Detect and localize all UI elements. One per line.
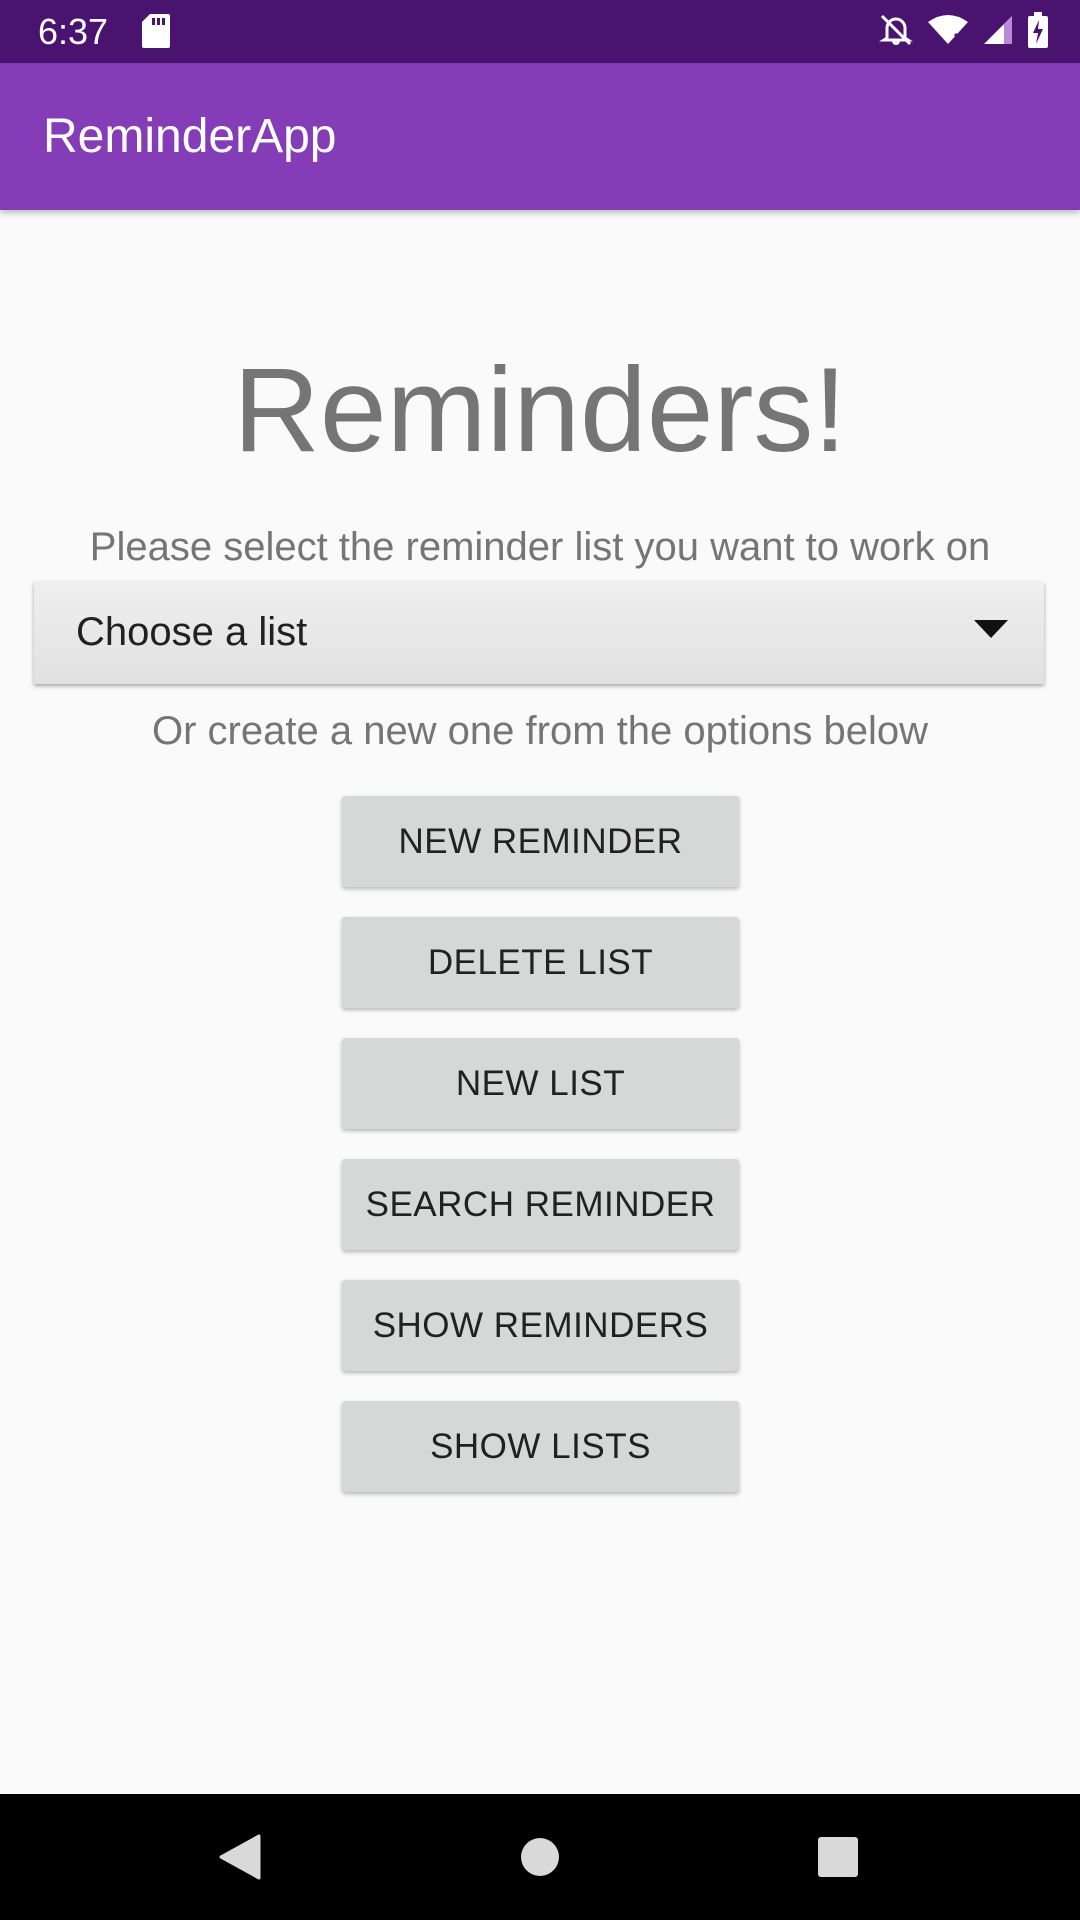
- page-heading: Reminders!: [233, 343, 847, 477]
- cell-signal-icon: [982, 14, 1014, 51]
- sd-card-icon: [142, 14, 170, 53]
- recents-icon[interactable]: [798, 1794, 878, 1920]
- notifications-off-icon: [878, 12, 914, 53]
- show-reminders-button[interactable]: SHOW REMINDERS: [342, 1280, 739, 1371]
- new-list-button[interactable]: NEW LIST: [342, 1038, 739, 1129]
- new-reminder-button[interactable]: NEW REMINDER: [342, 796, 739, 887]
- battery-charging-icon: [1028, 11, 1048, 53]
- spinner-selected-value: Choose a list: [76, 610, 308, 654]
- back-icon[interactable]: [200, 1794, 280, 1920]
- home-icon[interactable]: [500, 1794, 580, 1920]
- dropdown-arrow-icon: [974, 620, 1008, 643]
- wifi-icon: [928, 14, 968, 51]
- select-list-prompt: Please select the reminder list you want…: [89, 525, 991, 569]
- list-spinner[interactable]: Choose a list: [34, 582, 1044, 684]
- status-time: 6:37: [38, 11, 109, 52]
- main-content: Reminders! Please select the reminder li…: [0, 210, 1080, 1794]
- delete-list-button[interactable]: DELETE LIST: [342, 917, 739, 1008]
- app-bar: ReminderApp: [0, 63, 1080, 210]
- navigation-bar: [0, 1794, 1080, 1920]
- app-title: ReminderApp: [43, 110, 337, 163]
- status-bar: 6:37: [0, 0, 1080, 63]
- create-options-prompt: Or create a new one from the options bel…: [152, 709, 928, 753]
- search-reminder-button[interactable]: SEARCH REMINDER: [342, 1159, 739, 1250]
- show-lists-button[interactable]: SHOW LISTS: [342, 1401, 739, 1492]
